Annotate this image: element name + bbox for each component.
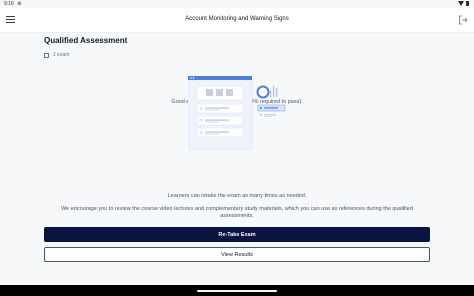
document-icon [44,52,49,58]
exam-count: 1 exam [44,52,69,58]
settings-status-icon: ⚙ [17,1,22,7]
view-results-button[interactable]: View Results [44,247,430,262]
wifi-icon [458,1,464,6]
study-encouragement: We encourage you to review the course vi… [61,206,413,219]
assessment-title: Qualified Assessment [44,36,128,45]
exam-count-label: 1 exam [53,52,70,58]
retake-note: Learners can retake the exam as many tim… [167,193,307,199]
status-bar: 9:16 ⚙ [0,0,474,8]
retake-exam-button[interactable]: Re-Take Exam [44,227,430,242]
navigation-bar [0,285,474,296]
home-gesture-handle[interactable] [197,290,277,292]
results-illustration [188,76,286,150]
page-title: Account Monitoring and Warning Signs [185,16,289,22]
battery-icon [466,1,469,6]
status-time: 9:16 [4,1,14,7]
status-icons [458,1,469,6]
logout-icon[interactable] [458,15,468,25]
app-bar: Account Monitoring and Warning Signs [0,8,474,33]
